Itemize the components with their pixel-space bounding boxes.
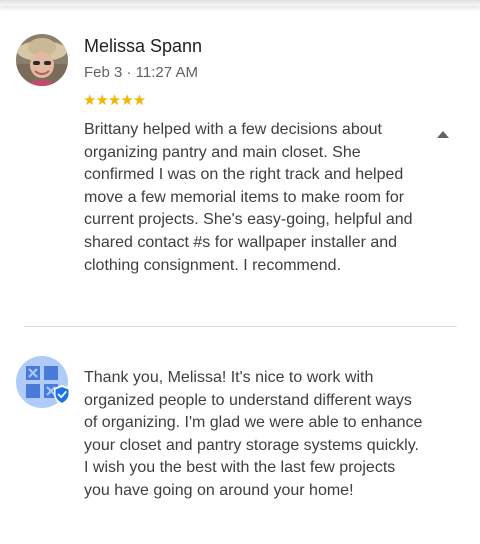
divider bbox=[24, 326, 457, 327]
collapse-button[interactable] bbox=[433, 127, 453, 141]
top-bar-shadow bbox=[0, 0, 480, 6]
caret-up-icon bbox=[437, 130, 449, 138]
star-rating: ★★★★★ bbox=[83, 92, 146, 109]
review-timestamp: Feb 3 · 11:27 AM bbox=[84, 64, 198, 81]
owner-logo-icon bbox=[16, 356, 70, 408]
owner-avatar[interactable] bbox=[16, 356, 72, 408]
owner-reply-text: Thank you, Melissa! It's nice to work wi… bbox=[84, 369, 423, 499]
review-text: Brittany helped with a few decisions abo… bbox=[84, 121, 413, 274]
reviewer-photo bbox=[16, 34, 68, 86]
reviewer-name[interactable]: Melissa Spann bbox=[84, 36, 202, 57]
reviewer-avatar[interactable] bbox=[16, 34, 68, 86]
